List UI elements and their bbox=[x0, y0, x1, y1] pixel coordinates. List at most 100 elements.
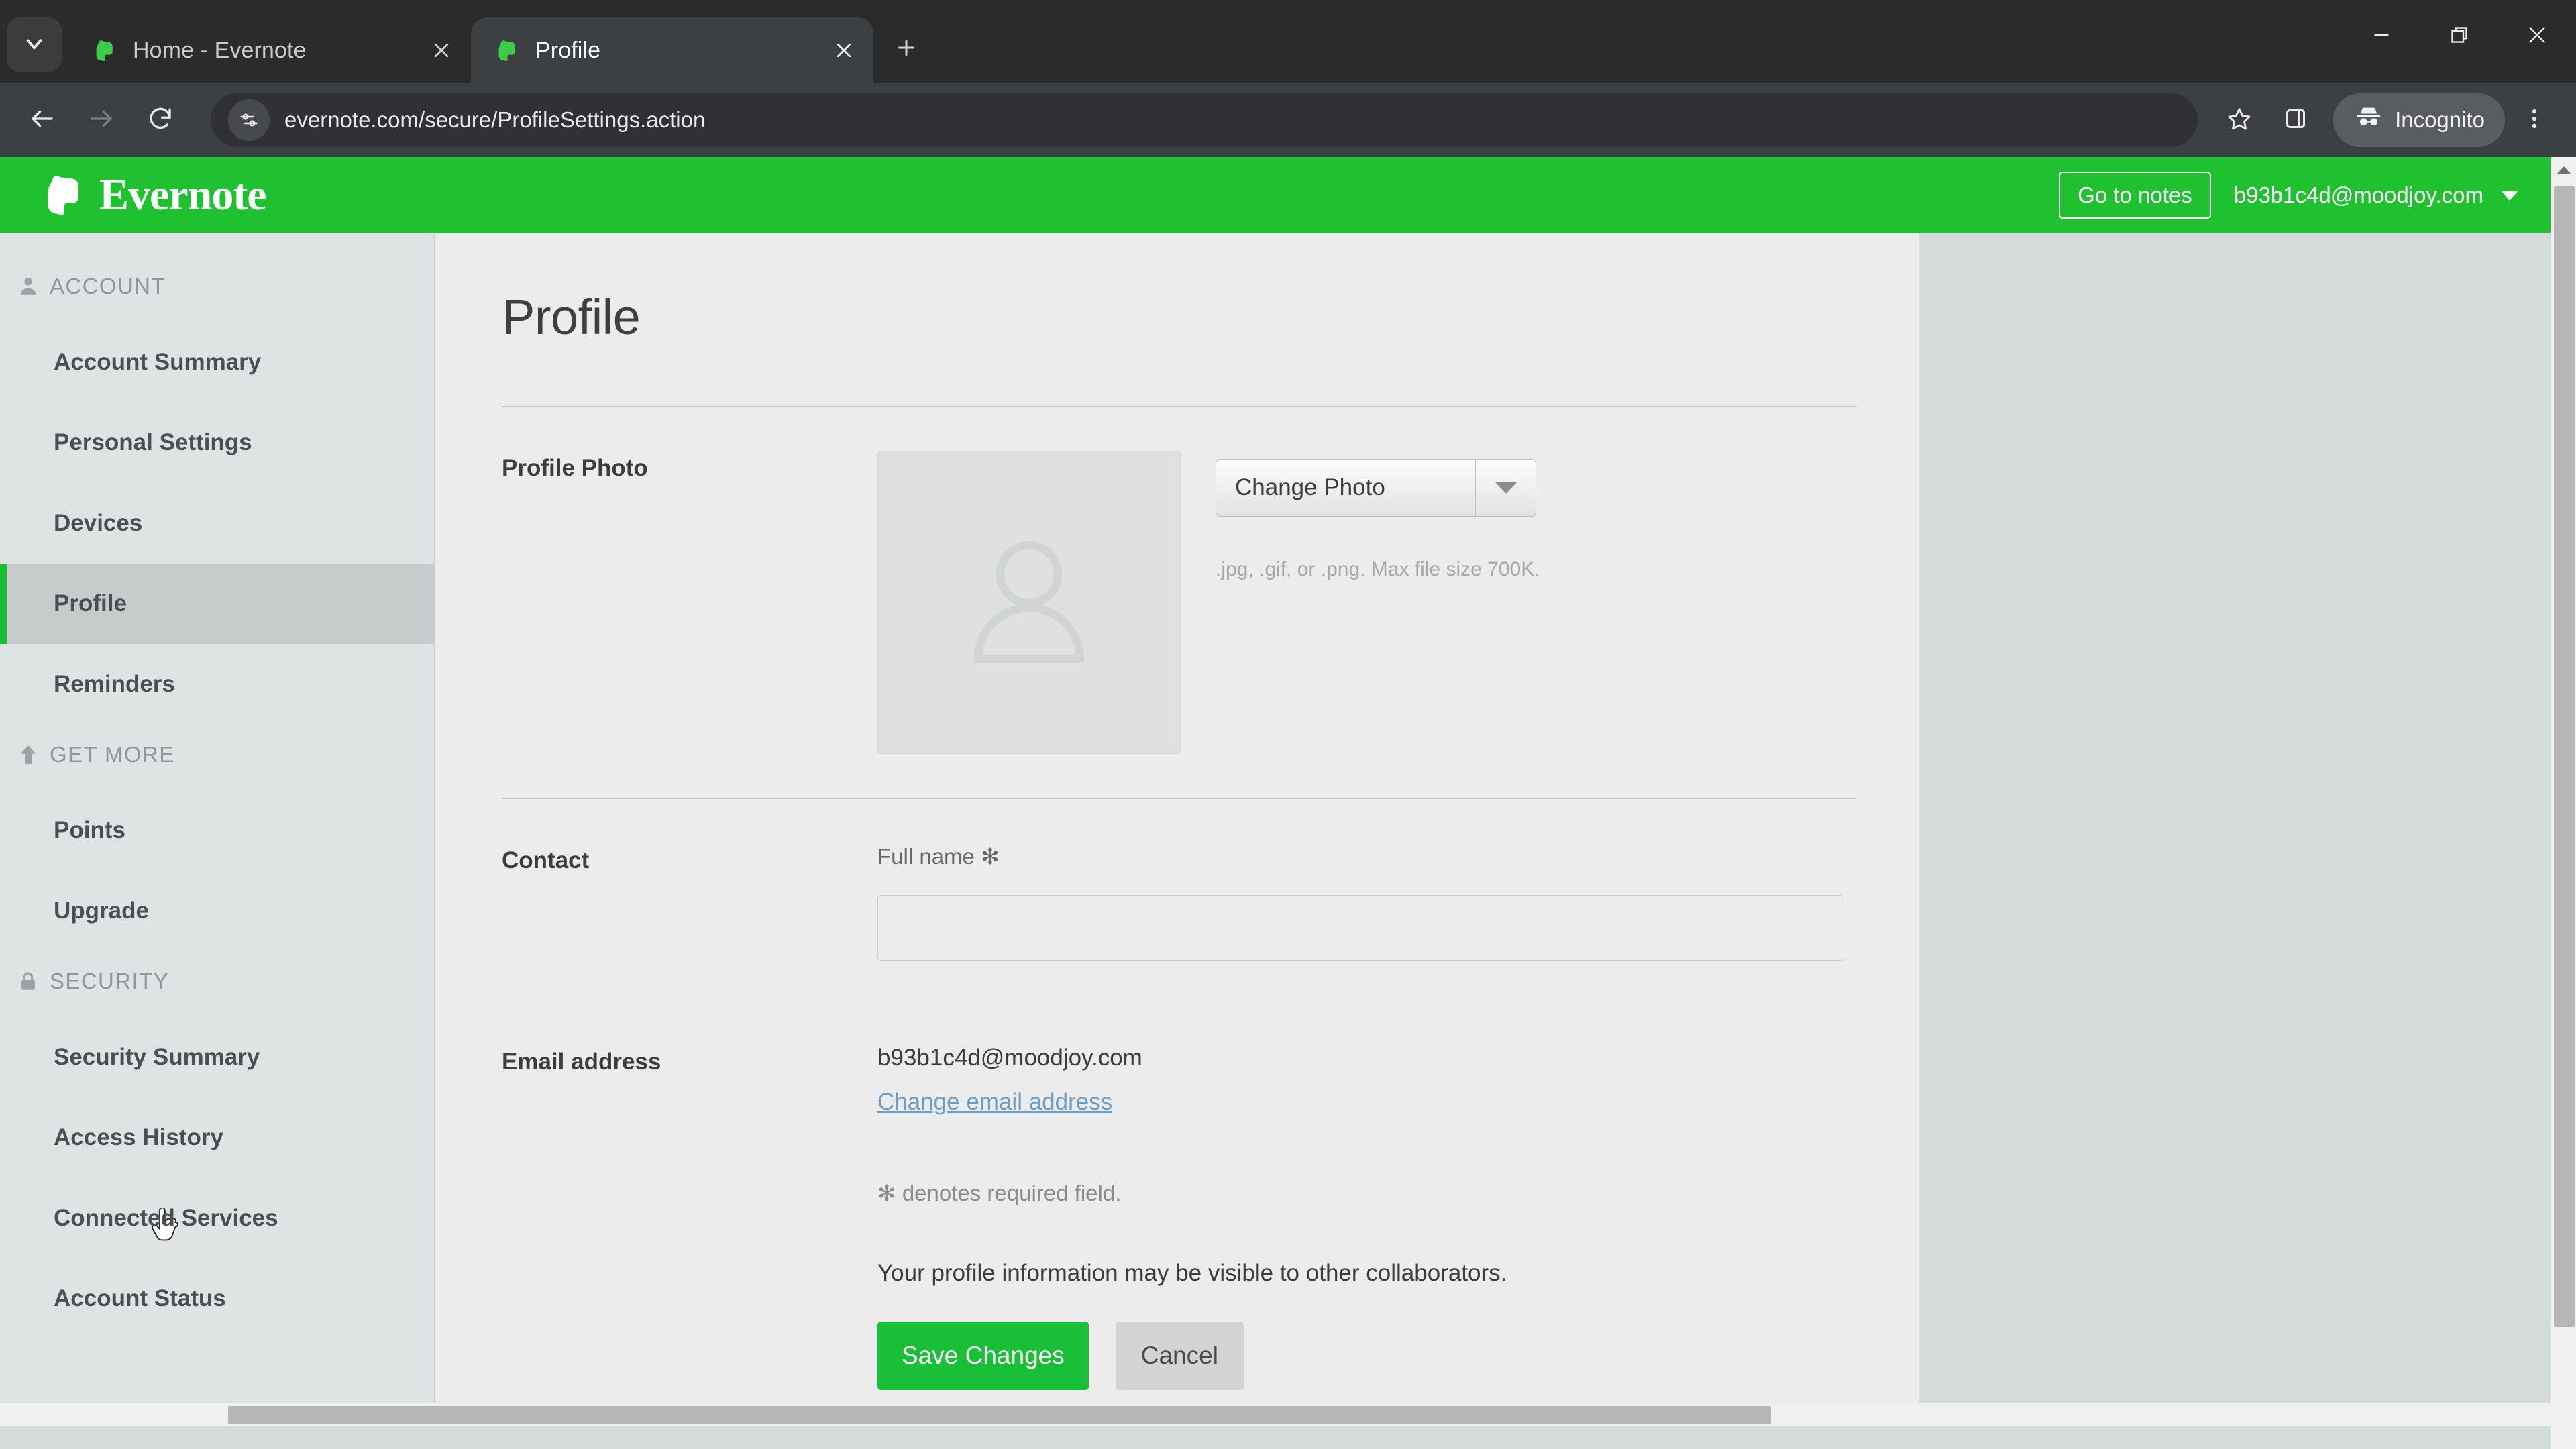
cancel-button[interactable]: Cancel bbox=[1115, 1322, 1244, 1390]
incognito-label: Incognito bbox=[2395, 107, 2485, 132]
sidebar-item-label: Access History bbox=[54, 1124, 223, 1150]
tab-title: Profile bbox=[535, 37, 601, 63]
change-photo-dropdown-button[interactable] bbox=[1475, 460, 1536, 516]
save-changes-button[interactable]: Save Changes bbox=[877, 1322, 1089, 1390]
avatar[interactable] bbox=[877, 451, 1181, 754]
evernote-favicon bbox=[494, 36, 522, 64]
profile-panel: Profile Profile Photo Change Photo .jpg,… bbox=[435, 233, 1919, 1426]
horizontal-scroll-thumb[interactable] bbox=[228, 1406, 1771, 1424]
change-photo-split-button[interactable]: Change Photo bbox=[1216, 459, 1536, 517]
up-arrow-icon bbox=[13, 743, 43, 766]
scroll-up-button[interactable] bbox=[2551, 157, 2576, 184]
full-name-input[interactable] bbox=[877, 895, 1843, 961]
incognito-indicator[interactable]: Incognito bbox=[2333, 93, 2505, 147]
sidebar-item-points[interactable]: Points bbox=[0, 790, 434, 871]
evernote-app-header: Evernote Go to notes b93b1c4d@moodjoy.co… bbox=[0, 157, 2551, 233]
evernote-favicon bbox=[91, 36, 119, 64]
page-viewport: Evernote Go to notes b93b1c4d@moodjoy.co… bbox=[0, 157, 2576, 1449]
vertical-scroll-thumb[interactable] bbox=[2554, 186, 2575, 1327]
required-asterisk: ✻ bbox=[981, 844, 1000, 869]
back-button[interactable] bbox=[15, 93, 70, 148]
site-settings-icon[interactable] bbox=[228, 99, 270, 141]
page-body: ACCOUNT Account Summary Personal Setting… bbox=[0, 233, 2551, 1426]
browser-toolbar: evernote.com/secure/ProfileSettings.acti… bbox=[0, 83, 2576, 157]
section-label: Profile Photo bbox=[502, 455, 648, 481]
evernote-elephant-icon bbox=[39, 169, 99, 222]
full-name-label: Full name ✻ bbox=[877, 844, 1000, 869]
triangle-up-icon bbox=[2557, 166, 2571, 174]
required-field-note: ✻ denotes required field. bbox=[877, 1181, 1122, 1205]
browser-window: Home - Evernote Profile evernote.com/sec… bbox=[0, 0, 2576, 1449]
forward-arrow-icon bbox=[87, 105, 115, 136]
page-background-filler bbox=[1919, 233, 2551, 1426]
tab-search-button[interactable] bbox=[7, 17, 62, 72]
sidebar-item-profile[interactable]: Profile bbox=[0, 564, 434, 1241]
tab-close-button[interactable] bbox=[826, 33, 861, 68]
account-menu[interactable]: b93b1c4d@moodjoy.com bbox=[2234, 182, 2518, 208]
sidebar-group-label: ACCOUNT bbox=[50, 274, 166, 299]
new-tab-button[interactable] bbox=[883, 25, 930, 72]
maximize-button[interactable] bbox=[2420, 0, 2498, 72]
minimize-button[interactable] bbox=[2343, 0, 2420, 72]
chevron-down-icon bbox=[21, 31, 47, 60]
sidebar-item-upgrade[interactable]: Upgrade bbox=[0, 871, 434, 951]
browser-tab-home[interactable]: Home - Evernote bbox=[68, 17, 471, 83]
section-profile-photo: Profile Photo Change Photo .jpg, .gif, o… bbox=[502, 407, 1878, 754]
sidebar-item-label: Connected Services bbox=[54, 1205, 278, 1231]
minimize-icon bbox=[2369, 23, 2394, 50]
restore-icon bbox=[2447, 23, 2471, 50]
sidebar-item-personal-settings[interactable]: Personal Settings bbox=[0, 402, 434, 483]
address-bar[interactable]: evernote.com/secure/ProfileSettings.acti… bbox=[211, 93, 2198, 147]
three-dot-menu-icon bbox=[2521, 105, 2548, 136]
side-panel-button[interactable] bbox=[2269, 93, 2322, 147]
side-panel-icon bbox=[2282, 105, 2309, 136]
change-email-address-link[interactable]: Change email address bbox=[877, 1089, 1878, 1116]
photo-hint: .jpg, .gif, or .png. Max file size 700K. bbox=[1216, 558, 1540, 580]
caret-down-icon bbox=[1495, 482, 1517, 494]
sidebar-item-label: Personal Settings bbox=[54, 429, 252, 455]
sidebar-item-label: Reminders bbox=[54, 671, 175, 697]
sidebar-item-label: Account Status bbox=[54, 1285, 226, 1311]
close-icon bbox=[2525, 23, 2549, 50]
forward-button[interactable] bbox=[74, 93, 129, 148]
email-value: b93b1c4d@moodjoy.com bbox=[877, 1044, 1142, 1071]
go-to-notes-button[interactable]: Go to notes bbox=[2059, 172, 2211, 219]
sidebar-item-account-summary[interactable]: Account Summary bbox=[0, 322, 434, 402]
tab-strip: Home - Evernote Profile bbox=[0, 0, 2576, 83]
vertical-scrollbar[interactable] bbox=[2551, 157, 2576, 1449]
close-window-button[interactable] bbox=[2498, 0, 2576, 72]
tab-title: Home - Evernote bbox=[133, 37, 307, 63]
settings-sidebar: ACCOUNT Account Summary Personal Setting… bbox=[0, 233, 435, 1426]
sidebar-item-reminders[interactable]: Reminders bbox=[0, 644, 434, 724]
evernote-settings-page: Evernote Go to notes b93b1c4d@moodjoy.co… bbox=[0, 157, 2551, 1426]
app-header-right: Go to notes b93b1c4d@moodjoy.com bbox=[2059, 157, 2518, 233]
person-placeholder-icon bbox=[949, 521, 1110, 685]
browser-tab-profile[interactable]: Profile bbox=[471, 17, 873, 83]
reload-icon bbox=[146, 105, 174, 136]
sidebar-item-security-summary[interactable]: Security Summary bbox=[0, 1017, 434, 1097]
section-email-address: Email address b93b1c4d@moodjoy.com Chang… bbox=[502, 1000, 1878, 1437]
sidebar-item-account-status[interactable]: Account Status bbox=[0, 1258, 434, 1339]
sidebar-item-connected-services[interactable]: Connected Services bbox=[0, 1178, 434, 1258]
page-title: Profile bbox=[502, 289, 641, 345]
sidebar-item-label: Devices bbox=[54, 510, 143, 536]
person-icon bbox=[13, 275, 43, 298]
bookmark-button[interactable] bbox=[2212, 93, 2266, 147]
change-photo-button[interactable]: Change Photo bbox=[1216, 460, 1475, 516]
sidebar-item-devices[interactable]: Devices bbox=[0, 483, 434, 564]
sidebar-item-label: Upgrade bbox=[54, 898, 149, 924]
chrome-menu-button[interactable] bbox=[2508, 93, 2561, 147]
star-icon bbox=[2226, 105, 2253, 136]
plus-icon bbox=[894, 36, 918, 63]
evernote-logo[interactable]: Evernote bbox=[39, 169, 267, 222]
main-area: Profile Profile Photo Change Photo .jpg,… bbox=[435, 233, 2551, 1426]
reload-button[interactable] bbox=[133, 93, 188, 148]
sidebar-group-account: ACCOUNT bbox=[0, 271, 434, 302]
back-arrow-icon bbox=[28, 105, 56, 136]
sidebar-item-access-history[interactable]: Access History bbox=[0, 1097, 434, 1178]
horizontal-scrollbar[interactable] bbox=[0, 1403, 2551, 1426]
tab-close-button[interactable] bbox=[424, 33, 459, 68]
incognito-icon bbox=[2353, 102, 2395, 138]
sidebar-item-label: Points bbox=[54, 817, 125, 843]
section-contact: Contact Full name ✻ bbox=[502, 799, 1878, 961]
